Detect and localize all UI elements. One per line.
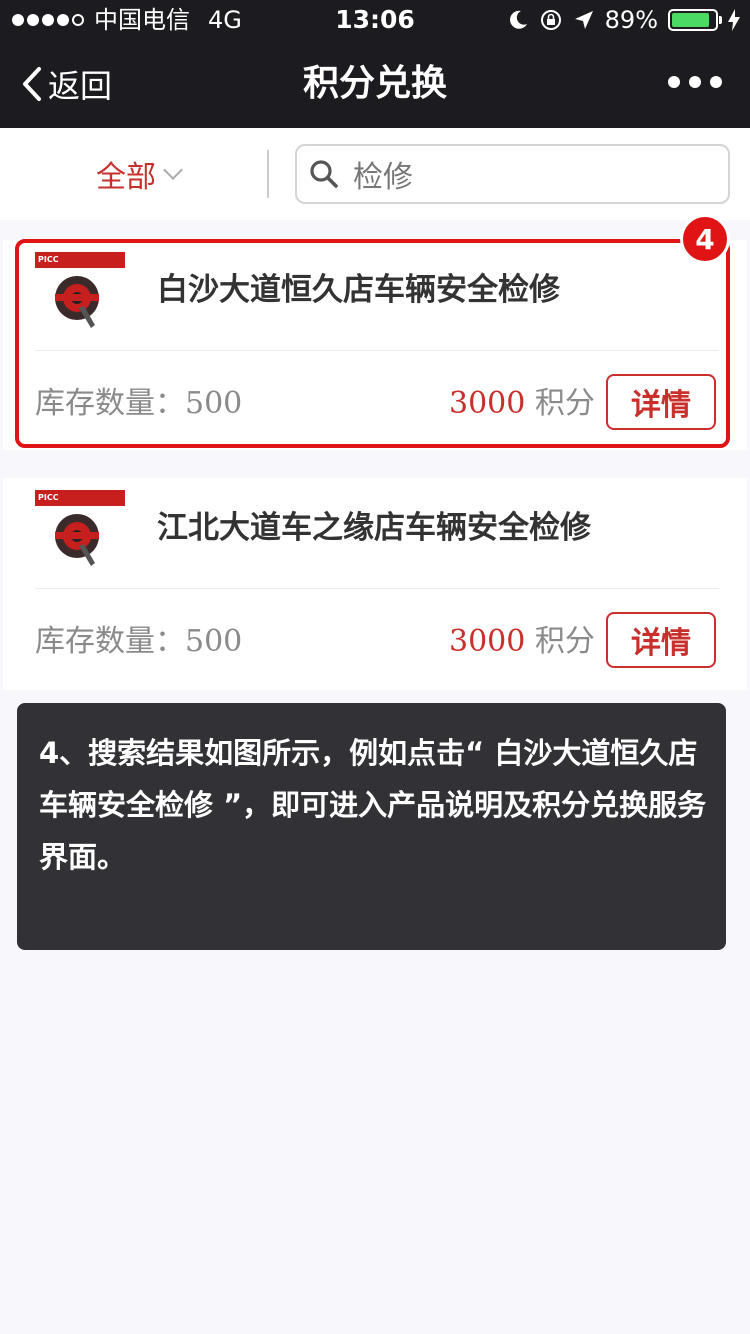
product-card[interactable]: PICC 白沙大道恒久店车辆安全检修 库存数量：500 3000 积分 详情 — [3, 240, 747, 450]
location-arrow-icon — [574, 11, 593, 29]
search-box[interactable] — [295, 144, 730, 204]
points-unit: 积分 — [534, 386, 595, 421]
rotation-lock-icon — [540, 10, 561, 30]
category-label: 全部 — [96, 160, 156, 195]
charging-bolt-icon — [728, 9, 740, 31]
battery-percent: 89% — [604, 6, 658, 34]
points-unit: 积分 — [534, 624, 595, 659]
brand-label: PICC — [35, 252, 125, 268]
page-title: 积分兑换 — [302, 63, 447, 104]
brand-label: PICC — [35, 490, 125, 506]
stock-value: 500 — [185, 624, 243, 659]
stock-label: 库存数量： — [35, 624, 185, 659]
stock-info: 库存数量：500 — [35, 378, 242, 422]
search-icon — [310, 160, 338, 188]
more-dots-icon[interactable] — [668, 76, 722, 88]
points-price: 3000 积分 — [449, 378, 595, 422]
separator — [35, 350, 719, 351]
wrench-emblem-icon — [55, 276, 99, 328]
navigation-bar: 返回 积分兑换 — [0, 40, 750, 128]
stock-info: 库存数量：500 — [35, 616, 242, 660]
stock-label: 库存数量： — [35, 386, 185, 421]
product-thumbnail: PICC — [35, 252, 125, 342]
points-price: 3000 积分 — [449, 616, 595, 660]
points-value: 3000 — [449, 624, 526, 659]
category-dropdown[interactable]: 全部 — [96, 152, 183, 196]
product-card[interactable]: PICC 江北大道车之缘店车辆安全检修 库存数量：500 3000 积分 详情 — [3, 478, 747, 690]
step-number-badge: 4 — [680, 214, 730, 264]
top-bar: 中国电信 4G 13:06 89% 返回 积分兑换 — [0, 0, 750, 128]
moon-icon — [509, 10, 527, 29]
product-name: 江北大道车之缘店车辆安全检修 — [157, 510, 591, 546]
wrench-emblem-icon — [55, 514, 99, 566]
filter-bar: 全部 — [0, 128, 750, 220]
instruction-caption: 4、搜索结果如图所示，例如点击“ 白沙大道恒久店车辆安全检修 ”，即可进入产品说… — [17, 703, 726, 950]
status-bar: 中国电信 4G 13:06 89% — [0, 0, 750, 40]
stock-value: 500 — [185, 386, 243, 421]
points-value: 3000 — [449, 386, 526, 421]
product-name: 白沙大道恒久店车辆安全检修 — [157, 272, 560, 308]
separator — [35, 588, 719, 589]
divider — [267, 150, 269, 198]
search-input[interactable] — [353, 156, 693, 192]
detail-button[interactable]: 详情 — [606, 374, 716, 430]
product-thumbnail: PICC — [35, 490, 125, 580]
chevron-down-icon — [163, 160, 183, 180]
detail-button[interactable]: 详情 — [606, 612, 716, 668]
battery-icon — [668, 9, 722, 31]
